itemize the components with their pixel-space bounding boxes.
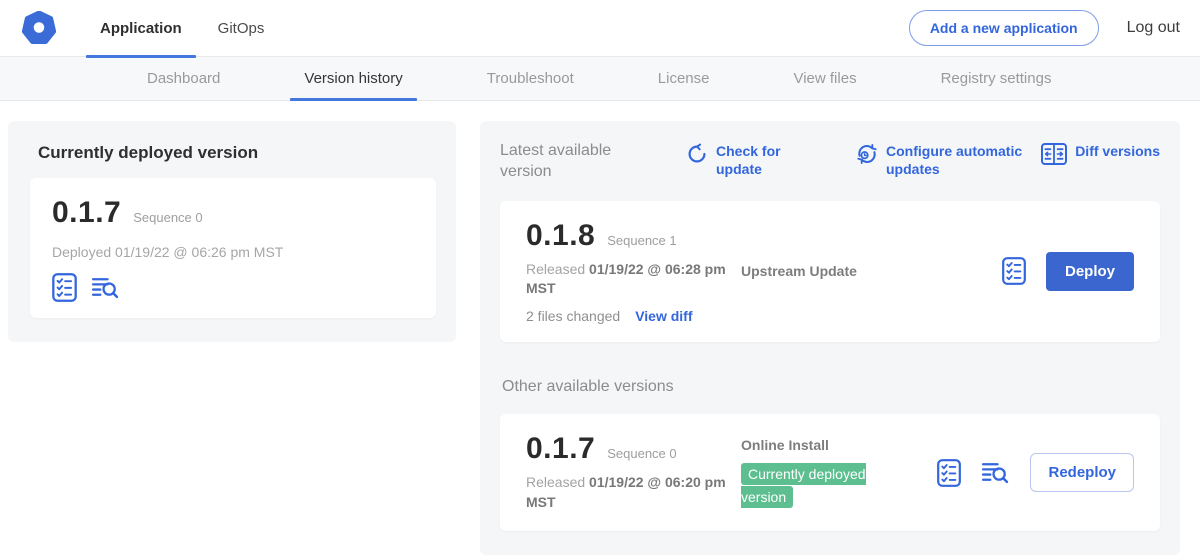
latest-available-title: Latest available version <box>500 141 650 183</box>
other-sequence-label: Sequence 0 <box>607 446 676 461</box>
latest-released-timestamp: Released 01/19/22 @ 06:28 pm MST <box>526 260 731 300</box>
currently-deployed-title: Currently deployed version <box>38 143 436 163</box>
latest-version-card: 0.1.8 Sequence 1 Released 01/19/22 @ 06:… <box>500 201 1160 343</box>
logout-link[interactable]: Log out <box>1127 19 1180 37</box>
tab-troubleshoot[interactable]: Troubleshoot <box>473 57 588 100</box>
add-new-application-button[interactable]: Add a new application <box>909 10 1099 46</box>
app-header: Application GitOps Add a new application… <box>0 0 1200 57</box>
tab-version-history[interactable]: Version history <box>290 57 416 100</box>
main-content: Currently deployed version 0.1.7 Sequenc… <box>0 101 1200 555</box>
deploy-button[interactable]: Deploy <box>1046 252 1134 291</box>
diff-versions-link[interactable]: Diff versions <box>1041 143 1160 165</box>
view-diff-link[interactable]: View diff <box>635 308 692 324</box>
preflight-checklist-icon[interactable] <box>52 273 77 302</box>
files-changed-count: 2 files changed <box>526 308 620 324</box>
header-tab-label: GitOps <box>218 20 265 37</box>
deployed-version-card: 0.1.7 Sequence 0 Deployed 01/19/22 @ 06:… <box>30 178 436 318</box>
configure-automatic-updates-link[interactable]: Configure automatic updates <box>856 143 1038 178</box>
tab-registry-settings[interactable]: Registry settings <box>927 57 1066 100</box>
app-subnav: Dashboard Version history Troubleshoot L… <box>0 57 1200 101</box>
currently-deployed-badge: Currently deployed version <box>741 463 866 508</box>
app-logo-icon <box>22 11 56 45</box>
check-for-update-link[interactable]: Check for update <box>686 143 790 178</box>
redeploy-button[interactable]: Redeploy <box>1030 453 1134 492</box>
install-type-label: Online Install <box>741 437 913 453</box>
preflight-checklist-icon[interactable] <box>1002 257 1026 285</box>
other-version-source: Online Install Currently deployed versio… <box>741 437 913 508</box>
deployed-sequence-label: Sequence 0 <box>133 210 202 225</box>
other-version-card: 0.1.7 Sequence 0 Released 01/19/22 @ 06:… <box>500 414 1160 531</box>
latest-version-number: 0.1.8 <box>526 219 595 253</box>
currently-deployed-panel: Currently deployed version 0.1.7 Sequenc… <box>8 121 456 342</box>
tab-dashboard[interactable]: Dashboard <box>133 57 234 100</box>
deployed-timestamp: Deployed 01/19/22 @ 06:26 pm MST <box>52 244 414 260</box>
other-released-timestamp: Released 01/19/22 @ 06:20 pm MST <box>526 473 731 513</box>
latest-sequence-label: Sequence 1 <box>607 233 676 248</box>
tab-license[interactable]: License <box>644 57 724 100</box>
other-version-number: 0.1.7 <box>526 432 595 466</box>
available-versions-panel: Latest available version Check for updat… <box>480 121 1180 555</box>
header-tab-application[interactable]: Application <box>86 0 196 57</box>
header-tab-gitops[interactable]: GitOps <box>204 0 279 57</box>
refresh-icon <box>686 143 708 165</box>
tab-view-files[interactable]: View files <box>779 57 870 100</box>
deployed-version-number: 0.1.7 <box>52 196 121 230</box>
view-logs-icon[interactable] <box>981 460 1010 485</box>
other-available-versions-title: Other available versions <box>502 378 1160 396</box>
header-tab-label: Application <box>100 20 182 37</box>
clock-refresh-icon <box>856 143 878 165</box>
preflight-checklist-icon[interactable] <box>937 459 961 487</box>
latest-version-source: Upstream Update <box>741 263 913 279</box>
diff-icon <box>1041 143 1067 165</box>
view-logs-icon[interactable] <box>91 275 120 300</box>
